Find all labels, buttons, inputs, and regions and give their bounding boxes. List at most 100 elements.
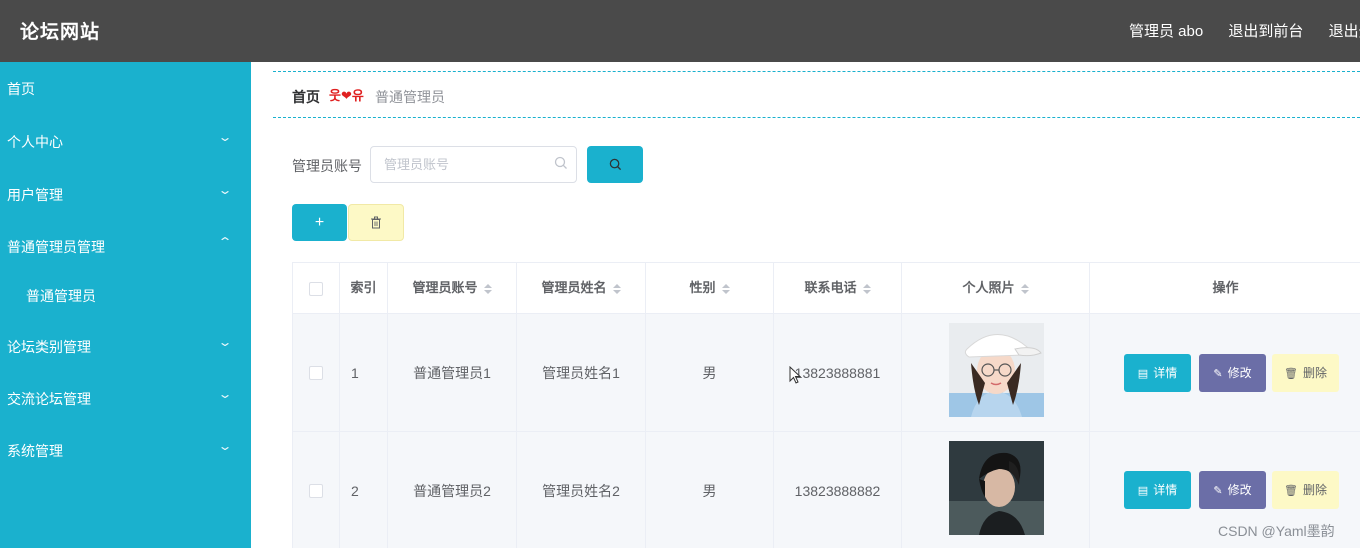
column-header-gender[interactable]: 性别 <box>646 263 774 314</box>
chevron-down-icon: ⌄ <box>217 335 233 349</box>
row-checkbox[interactable] <box>309 484 323 498</box>
sidebar: 首页 个人中心 ⌄ 用户管理 ⌄ 普通管理员管理 ⌃ 普通管理员 论坛类别管理 … <box>0 62 251 548</box>
row-select-cell <box>293 314 340 432</box>
row-select-cell <box>293 432 340 548</box>
column-header-actions: 操作 <box>1090 263 1360 314</box>
phone-cell: 13823888882 <box>774 432 902 548</box>
detail-button-label: 详情 <box>1153 483 1178 497</box>
detail-button[interactable]: ▤ 详情 <box>1124 471 1191 509</box>
delete-button-label: 删除 <box>1302 483 1327 497</box>
trash-icon: 🗑 <box>1284 368 1298 380</box>
column-header-label: 管理员姓名 <box>541 280 607 295</box>
photo-cell <box>902 314 1090 432</box>
sidebar-item-label: 系统管理 <box>7 443 63 459</box>
document-icon: ▤ <box>1137 485 1149 497</box>
pencil-icon: ✎ <box>1213 368 1223 380</box>
column-header-label: 索引 <box>350 280 377 295</box>
column-header-photo[interactable]: 个人照片 <box>902 263 1090 314</box>
pencil-icon: ✎ <box>1213 485 1223 497</box>
column-header-label: 性别 <box>689 280 716 295</box>
index-cell: 1 <box>340 314 388 432</box>
edit-button[interactable]: ✎ 修改 <box>1199 471 1266 509</box>
column-header-label: 个人照片 <box>962 280 1015 295</box>
sidebar-subitem-ordinary-admin[interactable]: 普通管理员 <box>0 272 251 318</box>
sidebar-item-forum-category[interactable]: 论坛类别管理 ⌄ <box>0 320 251 372</box>
detail-button[interactable]: ▤ 详情 <box>1124 354 1191 392</box>
sort-icon[interactable] <box>721 283 730 294</box>
account-cell: 普通管理员1 <box>388 314 517 432</box>
search-label: 管理员账号 <box>292 158 362 174</box>
trash-icon <box>371 216 381 229</box>
sort-icon[interactable] <box>862 283 871 294</box>
breadcrumb: 首页 웃❤유 普通管理员 <box>273 71 1360 118</box>
photo-cell <box>902 432 1090 548</box>
column-header-index: 索引 <box>340 263 388 314</box>
edit-button-label: 修改 <box>1227 366 1252 380</box>
gender-cell: 男 <box>646 314 774 432</box>
column-header-label: 管理员账号 <box>412 280 478 295</box>
site-title: 论坛网站 <box>20 22 101 43</box>
column-header-name[interactable]: 管理员姓名 <box>517 263 646 314</box>
column-header-label: 操作 <box>1212 280 1239 295</box>
top-header: 论坛网站 管理员 abo 退出到前台 退出登 <box>0 0 1360 62</box>
chevron-down-icon: ⌄ <box>217 439 233 453</box>
sidebar-item-user-management[interactable]: 用户管理 ⌄ <box>0 168 251 220</box>
delete-button-label: 删除 <box>1302 366 1327 380</box>
header-select-all-cell <box>293 263 340 314</box>
account-cell: 普通管理员2 <box>388 432 517 548</box>
sidebar-item-label: 论坛类别管理 <box>7 339 91 355</box>
chevron-down-icon: ⌄ <box>217 387 233 401</box>
sidebar-item-label: 普通管理员管理 <box>7 239 105 255</box>
sort-icon[interactable] <box>1020 283 1029 294</box>
chevron-up-icon: ⌃ <box>217 235 233 249</box>
header-links: 管理员 abo 退出到前台 退出登 <box>1129 20 1360 41</box>
trash-icon: 🗑 <box>1284 485 1298 497</box>
breadcrumb-separator-icon: 웃❤유 <box>329 88 364 103</box>
index-cell: 2 <box>340 432 388 548</box>
delete-button[interactable]: 🗑 删除 <box>1272 471 1339 509</box>
admin-table: 索引 管理员账号 管理员姓名 性别 联系电话 个人照片 操作 1 普通管理员1 … <box>292 262 1360 548</box>
chevron-down-icon: ⌄ <box>217 183 233 197</box>
male-portrait-image[interactable] <box>949 441 1044 535</box>
search-input[interactable] <box>370 146 577 183</box>
select-all-checkbox[interactable] <box>309 282 323 296</box>
search-icon <box>554 156 567 169</box>
column-header-account[interactable]: 管理员账号 <box>388 263 517 314</box>
female-portrait-image[interactable] <box>949 323 1044 417</box>
edit-button[interactable]: ✎ 修改 <box>1199 354 1266 392</box>
batch-delete-button[interactable] <box>348 204 404 241</box>
sidebar-item-label: 交流论坛管理 <box>7 391 91 407</box>
breadcrumb-current: 普通管理员 <box>375 89 445 105</box>
sidebar-item-label: 个人中心 <box>7 134 63 150</box>
sidebar-item-label: 首页 <box>7 81 35 97</box>
chevron-down-icon: ⌄ <box>217 130 233 144</box>
gender-cell: 男 <box>646 432 774 548</box>
sidebar-item-forum-management[interactable]: 交流论坛管理 ⌄ <box>0 372 251 424</box>
column-header-label: 联系电话 <box>804 280 857 295</box>
edit-button-label: 修改 <box>1227 483 1252 497</box>
logout-link[interactable]: 退出登 <box>1329 23 1360 40</box>
row-checkbox[interactable] <box>309 366 323 380</box>
watermark: CSDN @Yaml墨韵 <box>1218 523 1335 539</box>
search-button[interactable] <box>587 146 643 183</box>
document-icon: ▤ <box>1137 368 1149 380</box>
name-cell: 管理员姓名1 <box>517 314 646 432</box>
sort-icon[interactable] <box>612 283 621 294</box>
name-cell: 管理员姓名2 <box>517 432 646 548</box>
sidebar-item-home[interactable]: 首页 <box>0 62 251 114</box>
admin-user-link[interactable]: 管理员 abo <box>1129 23 1203 40</box>
breadcrumb-home[interactable]: 首页 <box>292 87 320 107</box>
sidebar-subitem-label: 普通管理员 <box>26 288 96 304</box>
sidebar-item-system-management[interactable]: 系统管理 ⌄ <box>0 424 251 476</box>
add-button[interactable]: + <box>292 204 347 241</box>
sidebar-item-personal-center[interactable]: 个人中心 ⌄ <box>0 115 251 167</box>
actions-cell: ▤ 详情 ✎ 修改 🗑 删除 <box>1090 314 1360 432</box>
sidebar-item-admin-management[interactable]: 普通管理员管理 ⌃ <box>0 220 251 272</box>
search-icon <box>609 158 622 171</box>
delete-button[interactable]: 🗑 删除 <box>1272 354 1339 392</box>
exit-to-frontend-link[interactable]: 退出到前台 <box>1228 23 1303 40</box>
sidebar-item-label: 用户管理 <box>7 187 63 203</box>
sort-icon[interactable] <box>483 283 492 294</box>
mouse-cursor-icon <box>789 366 801 384</box>
column-header-phone[interactable]: 联系电话 <box>774 263 902 314</box>
